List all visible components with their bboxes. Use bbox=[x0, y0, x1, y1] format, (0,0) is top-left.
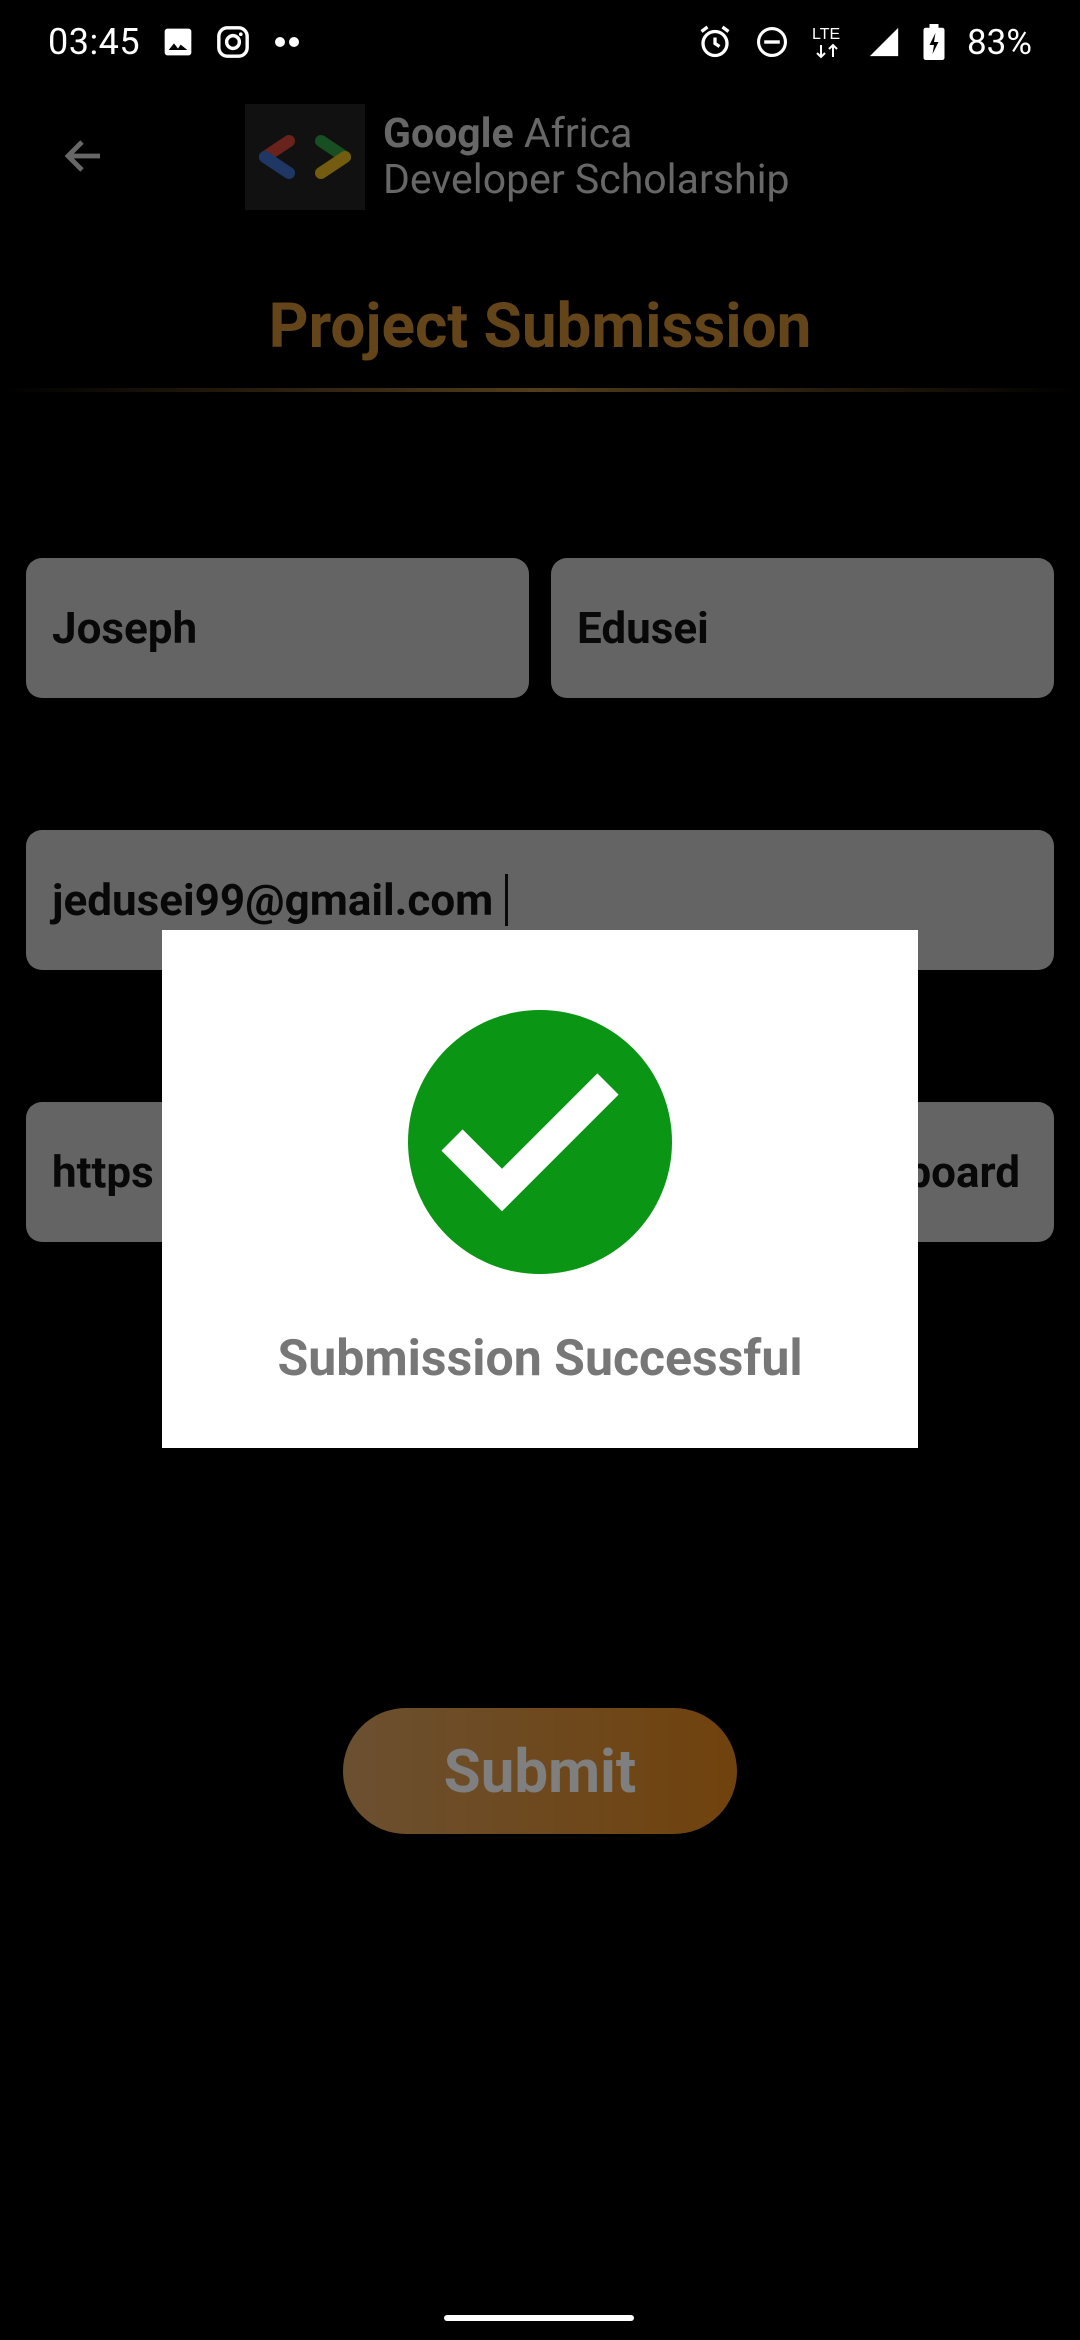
lte-icon: LTE bbox=[811, 23, 845, 61]
gesture-nav-handle[interactable] bbox=[444, 2315, 634, 2321]
status-bar: 03:45 LTE 83% bbox=[0, 0, 1080, 84]
alarm-icon bbox=[697, 24, 733, 60]
image-icon bbox=[162, 26, 194, 58]
battery-level: 83% bbox=[967, 21, 1032, 63]
screen: 03:45 LTE 83% Submission Successful bbox=[0, 0, 1080, 2340]
check-circle-icon bbox=[408, 1010, 672, 1274]
svg-text:LTE: LTE bbox=[812, 26, 840, 43]
battery-charging-icon bbox=[923, 24, 945, 60]
dialog-message: Submission Successful bbox=[277, 1330, 803, 1388]
more-dots-icon bbox=[272, 36, 302, 48]
instagram-icon bbox=[216, 25, 250, 59]
status-right: LTE 83% bbox=[697, 22, 1032, 63]
status-left: 03:45 bbox=[48, 21, 302, 63]
signal-icon bbox=[867, 25, 901, 59]
dnd-icon bbox=[755, 25, 789, 59]
success-dialog: Submission Successful bbox=[162, 930, 918, 1448]
status-time: 03:45 bbox=[48, 21, 141, 63]
